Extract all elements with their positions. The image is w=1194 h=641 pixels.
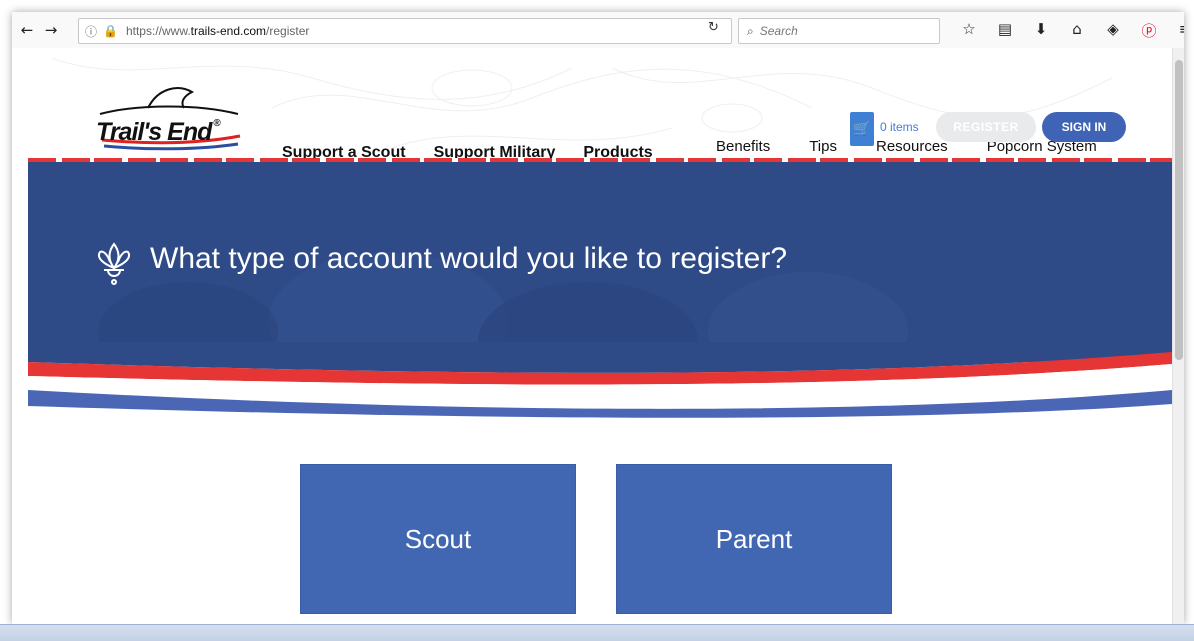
menu-icon[interactable]: ≡	[1176, 20, 1184, 41]
search-icon: ⌕	[747, 23, 754, 38]
url-bar[interactable]: ⓘ 🔒 https://www.trails-end.com/register	[78, 18, 732, 44]
search-input[interactable]: ⌕ Search	[738, 18, 940, 44]
nav-benefits[interactable]: Benefits	[716, 138, 770, 155]
taskbar-strip	[0, 624, 1194, 641]
download-icon[interactable]: ⬇	[1032, 20, 1050, 41]
forward-icon[interactable]: →	[42, 21, 60, 39]
pinterest-icon[interactable]: ⓟ	[1140, 20, 1158, 41]
info-icon[interactable]: ⓘ	[85, 23, 97, 40]
toolbar-icons: ☆ ▤ ⬇ ⌂ ◈ ⓟ ≡	[960, 20, 1184, 41]
sign-in-button[interactable]: SIGN IN	[1042, 112, 1126, 142]
star-icon[interactable]: ☆	[960, 20, 978, 41]
fleur-de-lis-icon	[98, 242, 130, 285]
page-scrollbar[interactable]	[1172, 48, 1184, 624]
register-button[interactable]: REGISTER	[936, 112, 1036, 142]
logo-text[interactable]: Trail's End ®	[96, 118, 221, 147]
cart-count[interactable]: 0 items	[880, 120, 919, 134]
scrollbar-thumb[interactable]	[1175, 60, 1183, 360]
home-icon[interactable]: ⌂	[1068, 20, 1086, 41]
hero-wave	[28, 342, 1172, 418]
site-header: Trail's End ® Support a Scout Support Mil…	[12, 48, 1172, 161]
reader-icon[interactable]: ▤	[996, 20, 1014, 41]
search-placeholder: Search	[759, 24, 798, 38]
reload-icon[interactable]: ↻	[708, 20, 719, 35]
cart-icon[interactable]: 🛒	[850, 112, 874, 146]
nav-resources[interactable]: Resources	[876, 138, 948, 155]
hero-banner: What type of account would you like to r…	[28, 162, 1172, 362]
scout-account-button[interactable]: Scout	[300, 464, 576, 614]
pocket-icon[interactable]: ◈	[1104, 20, 1122, 41]
lock-icon[interactable]: 🔒	[103, 24, 118, 38]
browser-toolbar: ← → ⓘ 🔒 https://www.trails-end.com/regis…	[12, 12, 1184, 49]
browser-window: ← → ⓘ 🔒 https://www.trails-end.com/regis…	[12, 12, 1184, 624]
parent-account-button[interactable]: Parent	[616, 464, 892, 614]
back-icon[interactable]: ←	[18, 21, 36, 39]
url-text: https://www.trails-end.com/register	[125, 24, 310, 38]
nav-tips[interactable]: Tips	[809, 138, 837, 155]
page-title: What type of account would you like to r…	[150, 242, 788, 275]
